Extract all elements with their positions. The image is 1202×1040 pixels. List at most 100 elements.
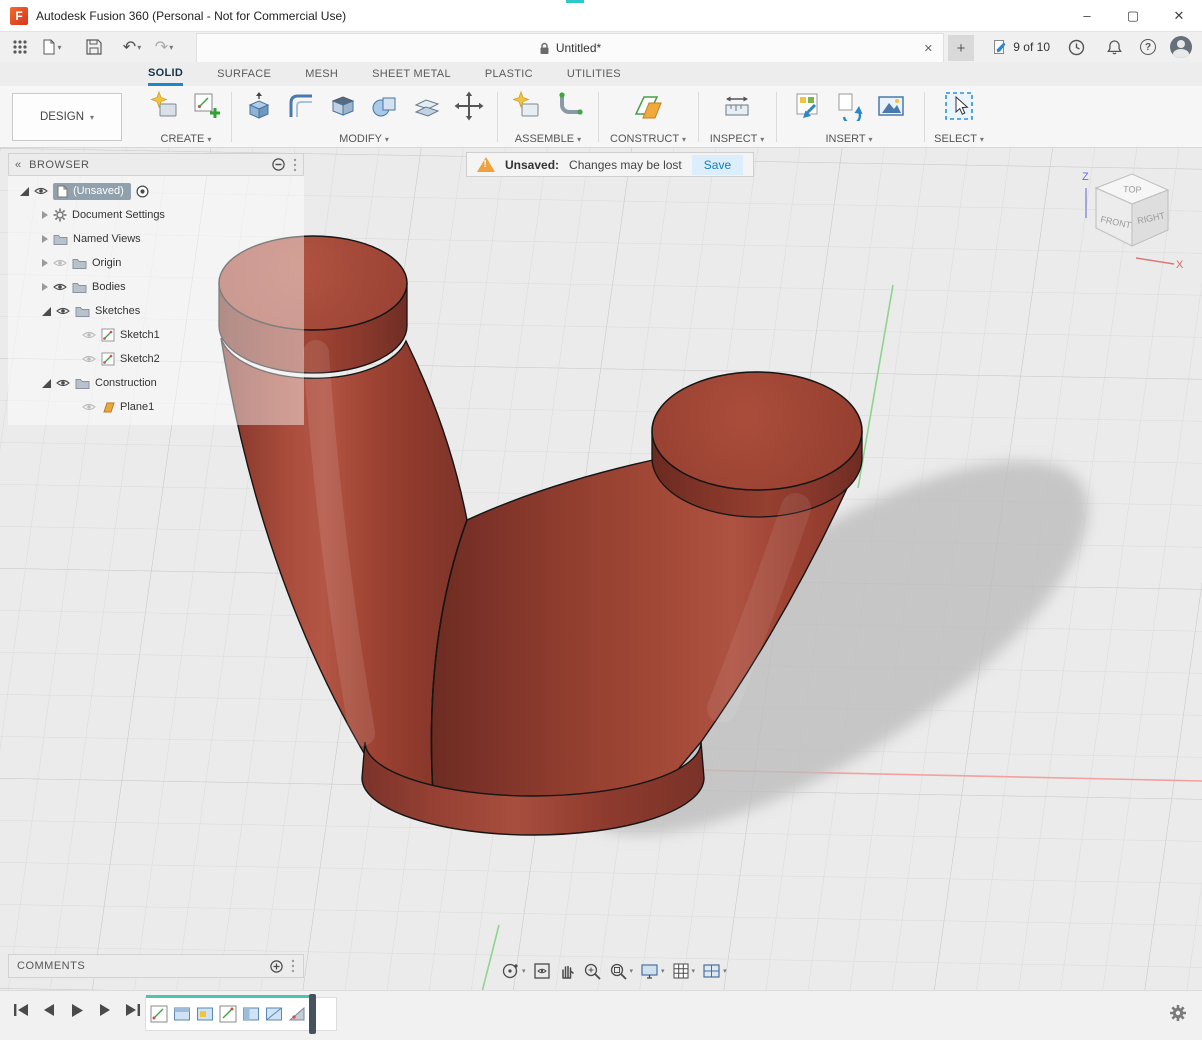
select-icon[interactable] (942, 89, 976, 123)
close-tab-icon[interactable]: ✕ (924, 42, 933, 55)
timeline-play-button[interactable] (68, 1001, 86, 1019)
tree-item-root[interactable]: (Unsaved) (8, 179, 304, 203)
timeline-track[interactable] (145, 997, 337, 1031)
zoom-window-icon[interactable]: ▾ (609, 962, 634, 981)
visibility-eye-off-icon[interactable] (53, 258, 67, 268)
collapse-browser-icon[interactable]: « (15, 159, 21, 171)
extensions-icon[interactable]: 9 of 10 (993, 34, 1050, 60)
tab-solid[interactable]: SOLID (148, 62, 183, 86)
timeline-feature-extrude3[interactable] (242, 1005, 260, 1023)
press-pull-icon[interactable] (242, 89, 276, 123)
tree-item-sketch2[interactable]: Sketch2 (8, 347, 304, 371)
comments-panel[interactable]: COMMENTS (8, 954, 304, 978)
tab-sheet-metal[interactable]: SHEET METAL (372, 62, 451, 86)
app-grid-menu-icon[interactable] (8, 34, 32, 60)
tree-item-sketches[interactable]: Sketches (8, 299, 304, 323)
pan-hand-icon[interactable] (558, 962, 576, 980)
derive-icon[interactable] (832, 89, 866, 123)
move-icon[interactable] (452, 89, 486, 123)
visibility-eye-off-icon[interactable] (82, 402, 96, 412)
minimize-browser-icon[interactable] (272, 158, 285, 171)
notifications-bell-icon[interactable] (1102, 34, 1126, 60)
timeline-feature-extrude1[interactable] (173, 1005, 191, 1023)
offset-face-icon[interactable] (410, 89, 444, 123)
timeline-feature-fillet1[interactable] (288, 1005, 306, 1023)
timeline-position-marker[interactable] (309, 994, 316, 1034)
user-avatar[interactable] (1170, 36, 1192, 58)
group-assemble-label[interactable]: ASSEMBLE ▾ (502, 133, 594, 145)
expander-collapsed-icon[interactable] (42, 235, 48, 243)
tab-mesh[interactable]: MESH (305, 62, 338, 86)
timeline-step-forward-button[interactable] (96, 1001, 114, 1019)
timeline-go-to-end-button[interactable] (124, 1001, 142, 1019)
group-select-label[interactable]: SELECT ▾ (928, 133, 990, 145)
group-construct-label[interactable]: CONSTRUCT ▾ (602, 133, 694, 145)
tree-item-bodies[interactable]: Bodies (8, 275, 304, 299)
expander-collapsed-icon[interactable] (42, 283, 48, 291)
save-icon[interactable] (82, 34, 106, 60)
maximize-button[interactable]: ▢ (1110, 0, 1156, 32)
expander-collapsed-icon[interactable] (42, 211, 48, 219)
expander-collapsed-icon[interactable] (42, 259, 48, 267)
grid-snap-icon[interactable]: ▾ (672, 962, 696, 980)
group-insert-label[interactable]: INSERT ▾ (780, 133, 918, 145)
orbit-icon[interactable]: ▾ (500, 961, 526, 981)
combine-icon[interactable] (368, 89, 402, 123)
tree-item-origin[interactable]: Origin (8, 251, 304, 275)
tab-utilities[interactable]: UTILITIES (567, 62, 621, 86)
tab-plastic[interactable]: PLASTIC (485, 62, 533, 86)
shell-icon[interactable] (326, 89, 360, 123)
fillet-icon[interactable] (284, 89, 318, 123)
job-status-clock-icon[interactable] (1064, 34, 1088, 60)
tree-item-sketch1[interactable]: Sketch1 (8, 323, 304, 347)
visibility-eye-icon[interactable] (56, 378, 70, 388)
selected-item-pill[interactable]: (Unsaved) (53, 183, 131, 200)
timeline-feature-extrude2[interactable] (196, 1005, 214, 1023)
panel-drag-handle[interactable] (291, 959, 295, 973)
tab-surface[interactable]: SURFACE (217, 62, 271, 86)
new-solid-icon[interactable] (148, 89, 182, 123)
group-create-label[interactable]: CREATE ▾ (140, 133, 232, 145)
visibility-eye-icon[interactable] (53, 282, 67, 292)
tree-item-document-settings[interactable]: Document Settings (8, 203, 304, 227)
design-workspace-selector[interactable]: DESIGN ▾ (12, 93, 122, 141)
visibility-eye-icon[interactable] (34, 186, 48, 196)
tree-item-named-views[interactable]: Named Views (8, 227, 304, 251)
visibility-eye-off-icon[interactable] (82, 330, 96, 340)
undo-icon[interactable]: ↶ ▾ (120, 34, 144, 60)
visibility-eye-icon[interactable] (56, 306, 70, 316)
file-menu-icon[interactable]: ▾ (40, 34, 64, 60)
viewports-icon[interactable]: ▾ (702, 963, 727, 980)
help-icon[interactable]: ? (1140, 39, 1156, 55)
group-inspect-label[interactable]: INSPECT ▾ (702, 133, 772, 145)
new-document-tab-button[interactable]: + (948, 35, 974, 61)
timeline-go-to-start-button[interactable] (12, 1001, 30, 1019)
timeline-feature-extrude4[interactable] (265, 1005, 283, 1023)
view-cube[interactable]: Z X TOP FRONT RIGHT (1070, 166, 1186, 270)
expander-expanded-icon[interactable] (42, 307, 51, 316)
construction-plane-icon[interactable] (631, 89, 665, 123)
expander-expanded-icon[interactable] (42, 379, 51, 388)
activate-radio-icon[interactable] (136, 185, 149, 198)
display-settings-icon[interactable]: ▾ (640, 963, 665, 980)
new-component-icon[interactable] (510, 89, 544, 123)
measure-icon[interactable] (720, 89, 754, 123)
add-comment-icon[interactable] (270, 960, 283, 973)
save-button[interactable]: Save (692, 155, 743, 175)
zoom-icon[interactable] (583, 962, 602, 981)
tree-item-plane1[interactable]: Plane1 (8, 395, 304, 419)
expander-expanded-icon[interactable] (20, 187, 29, 196)
model-right-cap[interactable] (652, 372, 862, 490)
redo-icon[interactable]: ↷ ▾ (152, 34, 176, 60)
timeline-settings-gear-icon[interactable] (1168, 1003, 1188, 1026)
minimize-button[interactable]: – (1064, 0, 1110, 32)
document-tab[interactable]: Untitled* ✕ (196, 33, 944, 62)
look-at-icon[interactable] (533, 962, 551, 980)
canvas-image-icon[interactable] (874, 89, 908, 123)
timeline-step-back-button[interactable] (40, 1001, 58, 1019)
close-button[interactable]: ✕ (1156, 0, 1202, 32)
timeline-feature-sketch2[interactable] (219, 1005, 237, 1023)
tree-item-construction[interactable]: Construction (8, 371, 304, 395)
visibility-eye-off-icon[interactable] (82, 354, 96, 364)
panel-drag-handle[interactable] (293, 158, 297, 172)
